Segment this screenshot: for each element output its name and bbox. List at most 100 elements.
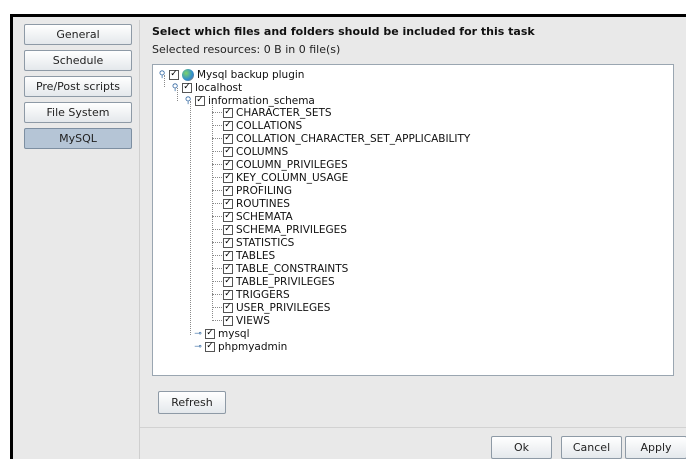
checkbox-icon[interactable]: ✓: [223, 198, 233, 209]
nav-mysql-button[interactable]: MySQL: [24, 128, 132, 149]
tree-node-table[interactable]: ✓ COLLATION_CHARACTER_SET_APPLICABILITY: [223, 132, 470, 145]
tree-node-label: COLUMNS: [236, 145, 289, 158]
checkbox-icon[interactable]: ✓: [223, 315, 233, 326]
tree-connector: [212, 138, 222, 139]
tree-node-label: TABLE_CONSTRAINTS: [236, 262, 349, 275]
tree-node-table[interactable]: ✓ TABLES: [223, 249, 275, 262]
tree-node-label: COLLATION_CHARACTER_SET_APPLICABILITY: [236, 132, 471, 145]
resource-tree[interactable]: ⚲ ✓ Mysql backup plugin ⚲ ✓ localhost ⚲ …: [152, 64, 674, 376]
tree-node-table[interactable]: ✓ COLLATIONS: [223, 119, 302, 132]
checkbox-icon[interactable]: ✓: [223, 185, 233, 196]
checkbox-icon[interactable]: ✓: [223, 302, 233, 313]
footer-divider: [140, 427, 686, 428]
tree-node-table[interactable]: ✓ USER_PRIVILEGES: [223, 301, 330, 314]
tree-node-table[interactable]: ✓ SCHEMATA: [223, 210, 293, 223]
nav-prepost-scripts-button[interactable]: Pre/Post scripts: [24, 76, 132, 97]
ok-button[interactable]: Ok: [491, 436, 552, 459]
tree-node-label: phpmyadmin: [218, 340, 288, 353]
expanded-toggle-icon[interactable]: ⚲: [170, 83, 180, 93]
tree-connector: [212, 281, 222, 282]
tree-node-label: SCHEMA_PRIVILEGES: [236, 223, 347, 236]
tree-node-table[interactable]: ✓ COLUMNS: [223, 145, 288, 158]
sidebar-nav: General Schedule Pre/Post scripts File S…: [24, 24, 132, 149]
nav-general-button[interactable]: General: [24, 24, 132, 45]
collapsed-toggle-icon[interactable]: ⊸: [193, 342, 203, 352]
tree-node-table[interactable]: ✓ ROUTINES: [223, 197, 290, 210]
checkbox-icon[interactable]: ✓: [223, 120, 233, 131]
checkbox-icon[interactable]: ✓: [223, 107, 233, 118]
tree-connector: [212, 307, 222, 308]
tree-connector: [212, 177, 222, 178]
tree-node-label: SCHEMATA: [236, 210, 293, 223]
tree-node-table[interactable]: ✓ PROFILING: [223, 184, 292, 197]
checkbox-icon[interactable]: ✓: [223, 263, 233, 274]
tree-node-table[interactable]: ✓ VIEWS: [223, 314, 270, 327]
tree-connector: [212, 125, 222, 126]
tree-node-table[interactable]: ✓ KEY_COLUMN_USAGE: [223, 171, 348, 184]
dialog-frame: General Schedule Pre/Post scripts File S…: [10, 14, 686, 459]
checkbox-icon[interactable]: ✓: [223, 237, 233, 248]
tree-node-table[interactable]: ✓ CHARACTER_SETS: [223, 106, 332, 119]
tree-connector: [212, 294, 222, 295]
tree-node-label: CHARACTER_SETS: [236, 106, 332, 119]
tree-connector: [212, 242, 222, 243]
checkbox-icon[interactable]: ✓: [195, 95, 205, 106]
nav-file-system-button[interactable]: File System: [24, 102, 132, 123]
tree-connector: [212, 268, 222, 269]
tree-node-label: ROUTINES: [236, 197, 290, 210]
nav-schedule-button[interactable]: Schedule: [24, 50, 132, 71]
tree-node-label: PROFILING: [236, 184, 292, 197]
checkbox-icon[interactable]: ✓: [182, 82, 192, 93]
tree-node-root[interactable]: ⚲ ✓ Mysql backup plugin: [157, 68, 304, 81]
tree-node-table[interactable]: ✓ COLUMN_PRIVILEGES: [223, 158, 348, 171]
tree-node-table[interactable]: ✓ TABLE_CONSTRAINTS: [223, 262, 348, 275]
expanded-toggle-icon[interactable]: ⚲: [157, 70, 167, 80]
checkbox-icon[interactable]: ✓: [223, 146, 233, 157]
tree-connector: [212, 229, 222, 230]
tree-connector: [212, 255, 222, 256]
tree-node-label: mysql: [218, 327, 250, 340]
tree-node-table[interactable]: ✓ STATISTICS: [223, 236, 294, 249]
checkbox-icon[interactable]: ✓: [223, 133, 233, 144]
expanded-toggle-icon[interactable]: ⚲: [183, 96, 193, 106]
tree-node-label: Mysql backup plugin: [197, 68, 305, 81]
checkbox-icon[interactable]: ✓: [223, 172, 233, 183]
tree-node-table[interactable]: ✓ TRIGGERS: [223, 288, 290, 301]
tree-node-table[interactable]: ✓ TABLE_PRIVILEGES: [223, 275, 335, 288]
plugin-icon: [182, 68, 194, 81]
checkbox-icon[interactable]: ✓: [223, 289, 233, 300]
tree-node-table[interactable]: ✓ SCHEMA_PRIVILEGES: [223, 223, 347, 236]
tree-connector: [212, 112, 222, 113]
checkbox-icon[interactable]: ✓: [223, 250, 233, 261]
collapsed-toggle-icon[interactable]: ⊸: [193, 329, 203, 339]
tree-node-phpmyadmin[interactable]: ⊸ ✓ phpmyadmin: [193, 340, 287, 353]
tree-connector: [212, 190, 222, 191]
tree-node-localhost[interactable]: ⚲ ✓ localhost: [170, 81, 242, 94]
apply-button[interactable]: Apply: [625, 436, 686, 459]
tree-connector: [212, 151, 222, 152]
tree-node-label: COLUMN_PRIVILEGES: [236, 158, 348, 171]
tree-node-label: information_schema: [208, 94, 315, 107]
tree-connector: [212, 203, 222, 204]
checkbox-icon[interactable]: ✓: [223, 276, 233, 287]
checkbox-icon[interactable]: ✓: [205, 341, 215, 352]
cancel-button[interactable]: Cancel: [561, 436, 622, 459]
content-panel: Select which files and folders should be…: [139, 20, 686, 459]
tree-node-label: TABLES: [236, 249, 276, 262]
tree-connector: [190, 101, 191, 335]
selected-resources-summary: Selected resources: 0 B in 0 file(s): [152, 43, 341, 56]
checkbox-icon[interactable]: ✓: [223, 211, 233, 222]
tree-node-label: USER_PRIVILEGES: [236, 301, 331, 314]
tree-node-label: STATISTICS: [236, 236, 295, 249]
tree-node-label: VIEWS: [236, 314, 270, 327]
tree-node-label: COLLATIONS: [236, 119, 303, 132]
panel-title: Select which files and folders should be…: [152, 25, 535, 38]
tree-node-label: KEY_COLUMN_USAGE: [236, 171, 349, 184]
tree-node-mysql[interactable]: ⊸ ✓ mysql: [193, 327, 250, 340]
tree-connector: [212, 216, 222, 217]
checkbox-icon[interactable]: ✓: [223, 224, 233, 235]
checkbox-icon[interactable]: ✓: [169, 69, 179, 80]
refresh-button[interactable]: Refresh: [158, 391, 226, 414]
checkbox-icon[interactable]: ✓: [205, 328, 215, 339]
checkbox-icon[interactable]: ✓: [223, 159, 233, 170]
